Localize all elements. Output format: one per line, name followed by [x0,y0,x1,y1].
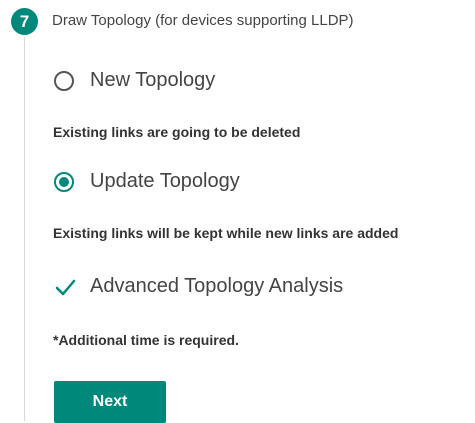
checkmark-icon [55,279,76,295]
update-topology-label: Update Topology [90,170,240,192]
update-topology-description: Existing links will be kept while new li… [53,225,399,241]
new-topology-description: Existing links are going to be deleted [53,124,301,140]
step-number-badge: 7 [11,8,38,35]
step-title: Draw Topology (for devices supporting LL… [52,12,354,29]
advanced-topology-analysis-label: Advanced Topology Analysis [90,275,344,297]
new-topology-radio-option[interactable]: New Topology [54,69,215,92]
step-connector-line [24,37,25,421]
update-topology-radio-button[interactable] [54,171,74,192]
additional-time-note: *Additional time is required. [53,332,239,348]
new-topology-radio-button[interactable] [54,70,74,91]
radio-selected-dot-icon [59,176,69,187]
advanced-topology-analysis-option[interactable]: Advanced Topology Analysis [54,275,343,298]
next-button[interactable]: Next [54,381,166,423]
advanced-topology-analysis-checkbox[interactable] [54,276,76,298]
update-topology-radio-option[interactable]: Update Topology [54,170,240,193]
new-topology-label: New Topology [90,69,216,91]
